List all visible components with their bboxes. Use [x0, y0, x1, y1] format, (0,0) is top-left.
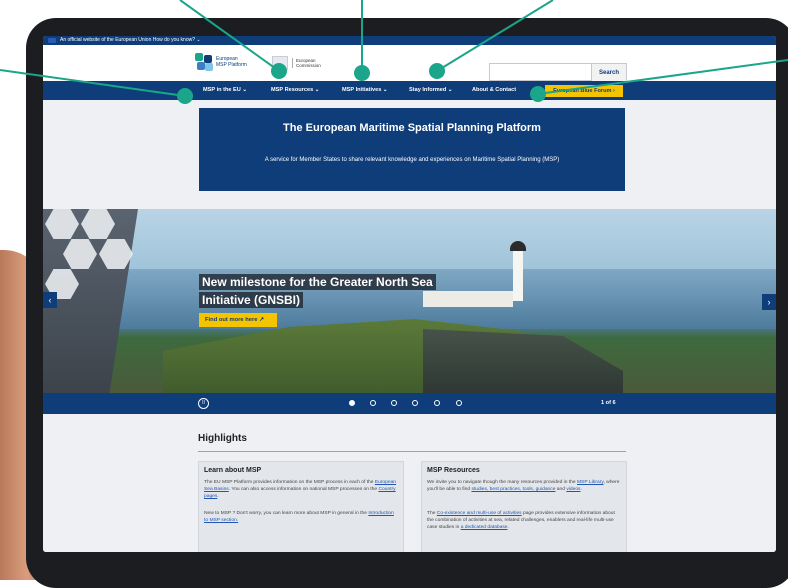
msp-logo-icon [195, 53, 213, 71]
find-out-more-button[interactable]: Find out more here ↗ [199, 313, 277, 327]
carousel-dot-4[interactable] [412, 400, 418, 406]
nav-item-msp-in-the-eu[interactable]: MSP in the EU ⌄ [203, 81, 247, 100]
european-commission-logo[interactable]: European Commission [272, 55, 342, 71]
site-header: European MSP Platform European Commissio… [43, 45, 776, 83]
msp-library-link[interactable]: MSP Library [577, 480, 603, 485]
card-msp-resources: MSP Resources We invite you to navigate … [421, 461, 627, 552]
eu-flag-icon [48, 38, 56, 43]
nav-item-msp-resources[interactable]: MSP Resources ⌄ [271, 81, 319, 100]
hero-title-text: New milestone for the Greater North Sea … [199, 274, 436, 308]
official-eu-bar[interactable]: An official website of the European Unio… [43, 36, 776, 45]
hero-title: New milestone for the Greater North Sea … [199, 273, 459, 309]
nav-item-msp-initiatives[interactable]: MSP Initiatives ⌄ [342, 81, 388, 100]
slide-counter: 1 of 6 [601, 400, 616, 406]
carousel-dot-5[interactable] [434, 400, 440, 406]
msp-logo-text-2: MSP Platform [216, 62, 247, 68]
search-button[interactable]: Search [591, 63, 627, 83]
carousel-dot-2[interactable] [370, 400, 376, 406]
card-paragraph: We invite you to navigate though the man… [427, 480, 620, 492]
platform-title-banner: The European Maritime Spatial Planning P… [199, 108, 625, 191]
card-paragraph: The Co-existence and multi-use of activi… [427, 511, 615, 530]
nav-item-stay-informed[interactable]: Stay Informed ⌄ [409, 81, 453, 100]
co-existence-link[interactable]: Co-existence and multi-use of activities [437, 511, 522, 516]
dedicated-database-link[interactable]: a dedicated database [461, 525, 508, 530]
search-input[interactable] [489, 63, 593, 81]
carousel-dot-6[interactable] [456, 400, 462, 406]
lighthouse-lamp [510, 241, 526, 251]
ec-logo-text-2: Commission [296, 63, 321, 68]
carousel-next-button[interactable]: › [762, 294, 776, 310]
studies-link[interactable]: studies, best practices, tools, guidance [471, 487, 555, 492]
videos-link[interactable]: videos [566, 487, 580, 492]
card-title: MSP Resources [427, 467, 480, 474]
hero-cliff [423, 329, 623, 393]
carousel-dot-1[interactable] [349, 400, 355, 406]
page-subtitle: A service for Member States to share rel… [264, 157, 560, 163]
card-title: Learn about MSP [204, 467, 262, 474]
european-blue-forum-button[interactable]: European Blue Forum › [545, 85, 623, 97]
highlights-heading: Highlights [198, 433, 247, 444]
page-title: The European Maritime Spatial Planning P… [283, 122, 541, 134]
card-learn-about-msp: Learn about MSP The EU MSP Platform prov… [198, 461, 404, 552]
tablet-screen: An official website of the European Unio… [43, 36, 776, 552]
carousel-prev-button[interactable]: ‹ [43, 292, 57, 308]
nav-item-about-contact[interactable]: About & Contact [472, 81, 516, 100]
main-navigation: MSP in the EU ⌄ MSP Resources ⌄ MSP Init… [43, 81, 776, 100]
commission-flag-icon [272, 56, 288, 70]
carousel-dot-3[interactable] [391, 400, 397, 406]
highlights-divider [198, 451, 626, 452]
lighthouse [513, 249, 523, 301]
carousel-controls: II 1 of 6 [43, 393, 776, 414]
pause-icon[interactable]: II [198, 398, 209, 409]
msp-platform-logo[interactable]: European MSP Platform [195, 52, 250, 72]
card-paragraph: New to MSP ? Don't worry, you can learn … [204, 511, 394, 523]
card-paragraph: The EU MSP Platform provides information… [204, 480, 397, 499]
official-eu-text[interactable]: An official website of the European Unio… [60, 36, 201, 45]
